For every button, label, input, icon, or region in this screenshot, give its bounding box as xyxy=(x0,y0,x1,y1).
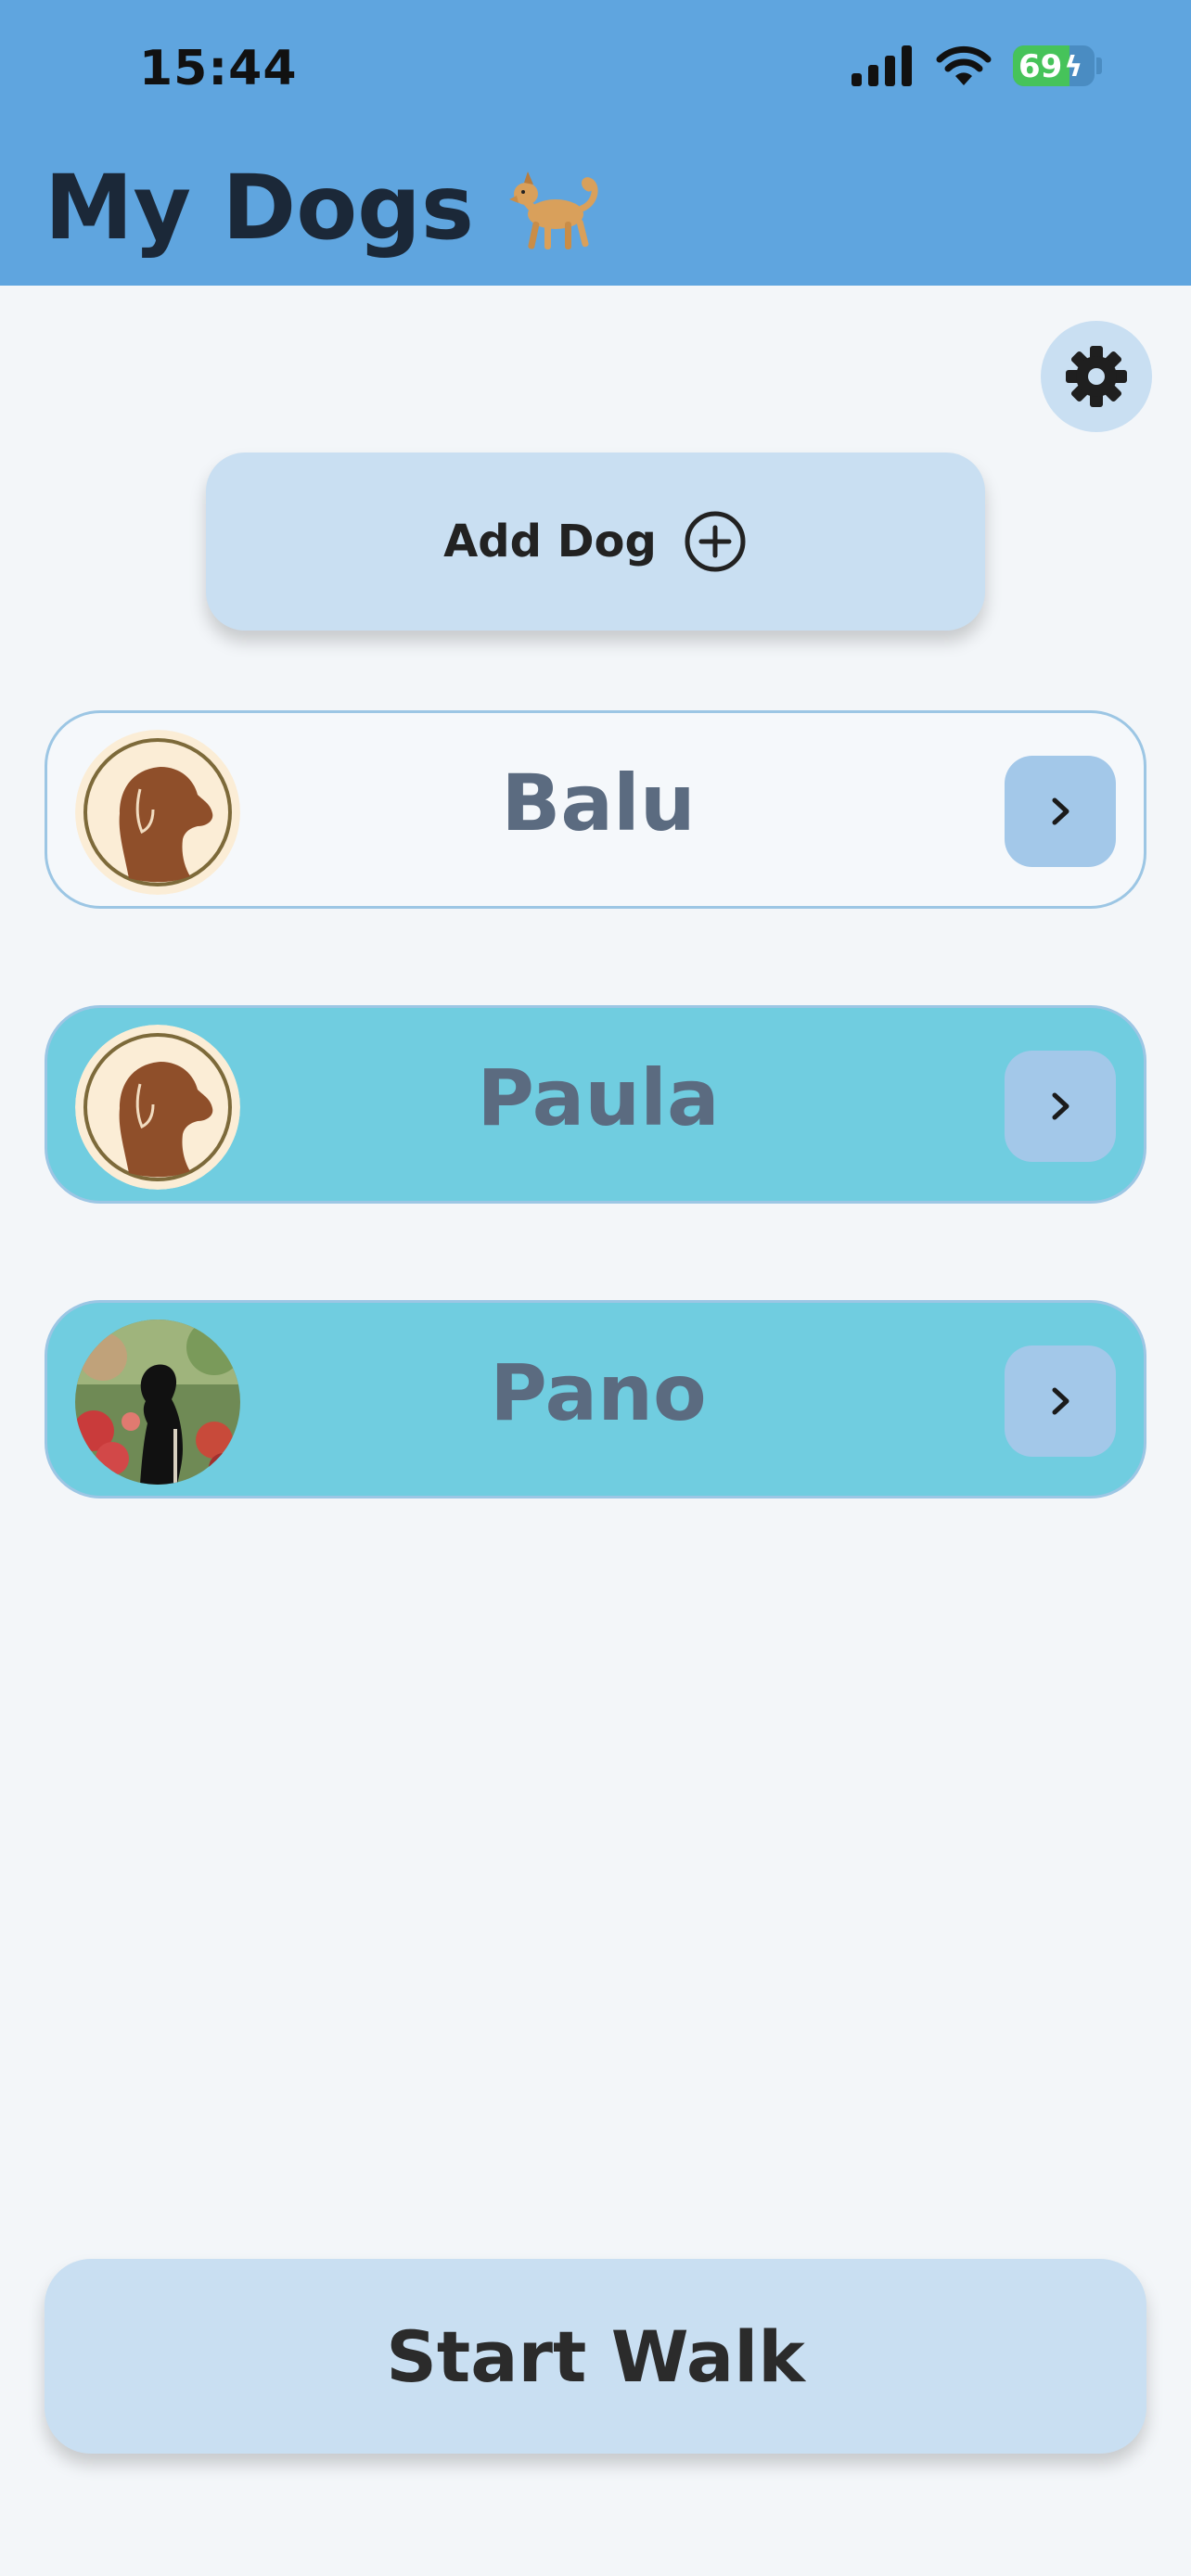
chevron-right-icon xyxy=(1052,797,1069,825)
open-dog-button[interactable] xyxy=(1005,1345,1116,1457)
dog-name: Balu xyxy=(501,758,696,848)
add-dog-label: Add Dog xyxy=(443,516,657,567)
chevron-right-icon xyxy=(1052,1387,1069,1415)
dog-name: Paula xyxy=(477,1052,720,1143)
start-walk-label: Start Walk xyxy=(386,2315,805,2398)
charging-bolt-icon: ϟ xyxy=(1064,50,1083,83)
open-dog-button[interactable] xyxy=(1005,756,1116,867)
battery-cap xyxy=(1096,57,1102,74)
dog-card-paula[interactable]: Paula xyxy=(45,1005,1146,1204)
dog-card-pano[interactable]: Pano xyxy=(45,1300,1146,1498)
settings-button[interactable] xyxy=(1041,321,1152,432)
open-dog-button[interactable] xyxy=(1005,1051,1116,1162)
chevron-right-icon xyxy=(1052,1092,1069,1120)
status-icons: 69 ϟ xyxy=(850,45,1102,87)
dog-emoji-icon xyxy=(509,172,598,249)
signal-icon xyxy=(852,45,912,86)
gear-icon xyxy=(1066,346,1127,407)
start-walk-button[interactable]: Start Walk xyxy=(45,2259,1146,2454)
battery-icon: 69 ϟ xyxy=(1013,45,1095,86)
battery-percentage: 69 xyxy=(1018,48,1063,85)
app-header: 15:44 69 ϟ My Dogs xyxy=(0,0,1191,286)
wifi-icon xyxy=(936,45,992,85)
status-time: 15:44 xyxy=(139,41,298,96)
dog-name: Pano xyxy=(490,1347,707,1438)
add-dog-button[interactable]: Add Dog xyxy=(206,453,985,631)
dog-card-balu[interactable]: Balu xyxy=(45,710,1146,909)
plus-circle-icon xyxy=(685,511,746,572)
page-title: My Dogs xyxy=(45,156,609,260)
page-title-text: My Dogs xyxy=(45,156,475,260)
